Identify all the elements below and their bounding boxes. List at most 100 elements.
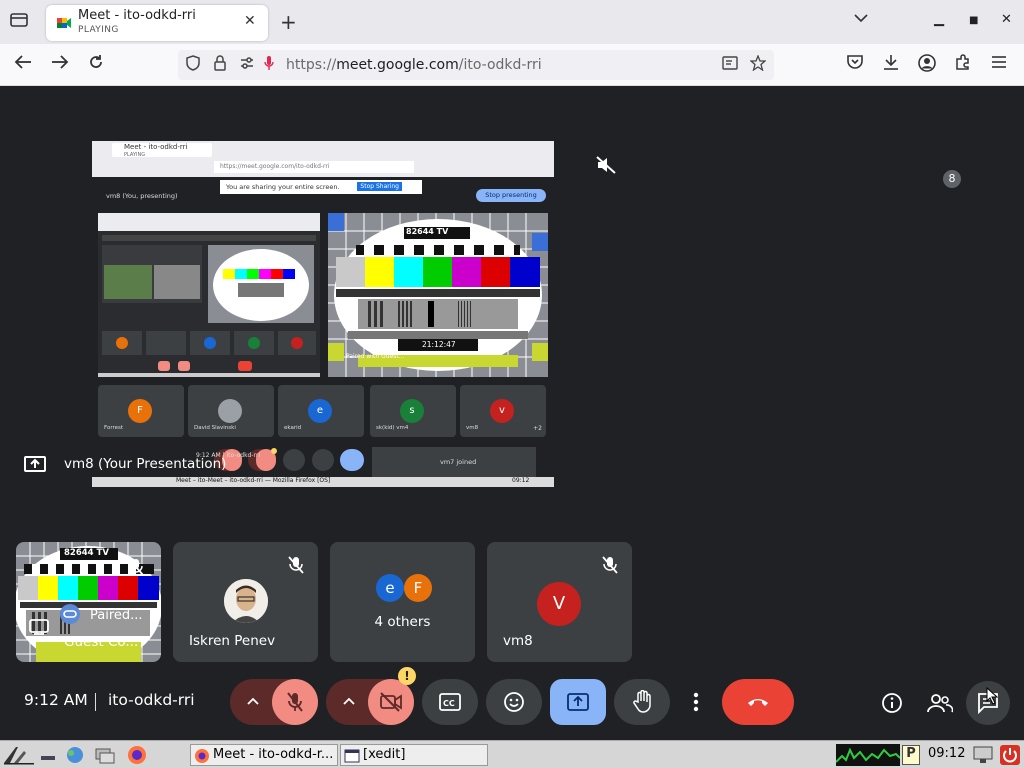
permissions-icon[interactable] — [240, 55, 254, 75]
camera-warning-icon[interactable]: ! — [398, 667, 416, 685]
shared-controls: vm7 joined 9:12 AM | ito-odkd-rri — [196, 447, 536, 477]
present-screen-icon — [24, 456, 46, 472]
menu-hamburger-icon[interactable] — [991, 54, 1007, 74]
extensions-icon[interactable] — [955, 54, 971, 75]
join-toast: vm7 joined — [372, 447, 536, 477]
video-options-chevron-icon[interactable] — [342, 696, 356, 706]
meeting-code: ito-odkd-rri — [108, 691, 195, 709]
participant-tile-vm8[interactable]: V vm8 — [487, 542, 632, 662]
people-icon — [927, 694, 953, 713]
avatar-e: e — [376, 574, 404, 602]
shared-avatar: e — [308, 399, 332, 423]
hand-icon — [633, 690, 651, 713]
shared-avatar: F — [128, 399, 152, 423]
shared-screen-presentation[interactable]: Meet - ito-odkd-rri PLAYING https://meet.… — [92, 141, 554, 487]
back-arrow-icon[interactable] — [14, 54, 32, 75]
lock-icon[interactable] — [214, 55, 226, 75]
recursive-screen-share — [98, 213, 320, 377]
svg-text:CC: CC — [443, 699, 455, 708]
participant-tile-others[interactable]: e F 4 others — [330, 542, 475, 662]
reactions-button[interactable] — [486, 679, 542, 725]
reader-mode-icon[interactable] — [722, 55, 738, 75]
os-taskbar: Meet - ito-odkd-r... [xedit] P 09:12 — [0, 740, 1024, 768]
captions-button[interactable]: CC — [422, 679, 478, 725]
microphone-in-use-icon[interactable] — [264, 55, 274, 75]
forward-arrow-icon[interactable] — [51, 54, 69, 75]
camera-toggle-button[interactable] — [368, 679, 414, 725]
chat-button[interactable] — [966, 681, 1010, 725]
guest-device-icon — [29, 619, 49, 635]
reload-icon[interactable] — [88, 54, 104, 75]
url-text[interactable]: https://meet.google.com/ito-odkd-rri — [286, 57, 542, 73]
shared-url: https://meet.google.com/ito-odkd-rri — [214, 161, 414, 173]
screen: Meet - ito-odkd-rri PLAYING ✕ + ▁ ■ ✕ ht… — [0, 0, 1024, 768]
meeting-control-bar: 9:12 AM ito-odkd-rri ! CC — [0, 662, 1024, 742]
shield-icon[interactable] — [186, 55, 200, 75]
guest-tv-label: 82644 TV — [64, 548, 109, 558]
close-window-button[interactable]: ✕ — [1001, 12, 1012, 27]
participant-name: Iskren Penev — [189, 633, 276, 649]
bookmark-star-icon[interactable] — [749, 54, 767, 75]
guest-mic-off-icon — [128, 558, 144, 576]
power-icon[interactable] — [1000, 745, 1020, 765]
present-screen-icon — [567, 693, 589, 711]
mic-control-group — [230, 679, 318, 725]
avatar-photo — [224, 579, 268, 623]
raise-hand-button[interactable] — [614, 679, 670, 725]
tab-title: Meet - ito-odkd-rri — [78, 8, 196, 23]
browser-tab-meet[interactable]: Meet - ito-odkd-rri PLAYING ✕ — [46, 5, 268, 41]
shared-code: ito-odkd-rri — [226, 452, 261, 459]
shared-avatar: s — [400, 399, 424, 423]
tv-paired-label: Paired with Guest... — [346, 353, 405, 360]
shared-avatar — [218, 399, 242, 423]
account-icon[interactable] — [918, 54, 936, 77]
shared-extra-count: +2 — [533, 425, 542, 432]
camera-off-icon — [380, 692, 402, 712]
network-globe-icon[interactable] — [64, 745, 86, 765]
minimize-window-button[interactable]: ▁ — [934, 12, 944, 27]
meet-favicon-icon — [57, 18, 71, 28]
participant-tile-iskren[interactable]: Iskren Penev — [173, 542, 318, 662]
mic-toggle-button[interactable] — [272, 679, 318, 725]
new-tab-button[interactable]: + — [280, 10, 297, 34]
participant-count-badge: 8 — [943, 170, 961, 188]
xedit-icon — [344, 749, 360, 763]
audio-options-chevron-icon[interactable] — [246, 696, 260, 706]
monitor-settings-icon[interactable] — [972, 745, 994, 765]
start-menu-icon[interactable] — [2, 745, 36, 765]
shared-participant-tile: David Slavinski — [188, 385, 274, 437]
shared-participant-tile: F Forrest — [98, 385, 184, 437]
participant-tile-guest[interactable]: 82644 TV Paired... Guest Co... — [16, 542, 161, 662]
leave-call-button[interactable] — [722, 679, 794, 725]
clipboard-p-icon[interactable]: P — [902, 745, 920, 765]
shared-taskbar: Meet – ito-Meet – ito-odkd-rri — Mozilla… — [92, 477, 554, 487]
shared-tab: Meet - ito-odkd-rri PLAYING — [112, 143, 212, 158]
divider — [95, 693, 96, 711]
taskbar-xedit-window[interactable]: [xedit] — [340, 744, 488, 766]
tab-overflow-chevron-icon[interactable] — [854, 12, 868, 27]
others-count: 4 others — [374, 614, 431, 630]
downloads-icon[interactable] — [882, 54, 900, 75]
tab-list-icon[interactable] — [8, 12, 30, 32]
shared-participant-tile: e ekarid — [278, 385, 364, 437]
people-button[interactable] — [918, 681, 962, 725]
shared-presenting-label: vm8 (You, presenting) — [106, 192, 178, 200]
show-desktop-icon[interactable] — [40, 747, 56, 763]
camera-control-group: ! — [326, 667, 416, 725]
file-manager-icon[interactable] — [94, 745, 116, 765]
tab-close-icon[interactable]: ✕ — [244, 13, 256, 29]
shared-browser-chrome: Meet - ito-odkd-rri PLAYING https://meet.… — [92, 141, 554, 177]
taskbar-firefox-window[interactable]: Meet - ito-odkd-r... — [190, 744, 338, 766]
mic-off-icon — [288, 556, 304, 574]
more-options-button[interactable] — [678, 679, 714, 725]
firefox-launcher-icon[interactable] — [126, 744, 148, 766]
present-now-button[interactable] — [550, 679, 606, 725]
mouse-cursor-icon — [986, 687, 999, 705]
paired-link-icon — [60, 604, 80, 624]
address-bar[interactable]: https://meet.google.com/ito-odkd-rri — [178, 50, 774, 80]
meeting-details-button[interactable] — [870, 681, 914, 725]
pocket-icon[interactable] — [846, 54, 864, 75]
maximize-window-button[interactable]: ■ — [969, 15, 978, 26]
shared-participant-name: David Slavinski — [194, 425, 236, 431]
more-vert-icon — [693, 692, 699, 712]
